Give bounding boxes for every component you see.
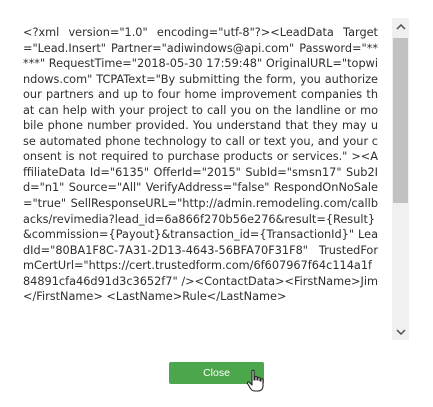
lead-data-dialog: <?xml version="1.0" encoding="utf-8"?><L… [0,0,433,407]
lead-xml-text: <?xml version="1.0" encoding="utf-8"?><L… [23,26,378,304]
scroll-thumb[interactable] [393,38,408,203]
chevron-down-icon[interactable] [392,323,409,340]
hand-cursor-icon [246,369,266,393]
chevron-up-icon[interactable] [392,18,409,35]
vertical-scrollbar[interactable] [392,18,409,340]
lead-xml-textarea[interactable]: <?xml version="1.0" encoding="utf-8"?><L… [10,14,414,344]
